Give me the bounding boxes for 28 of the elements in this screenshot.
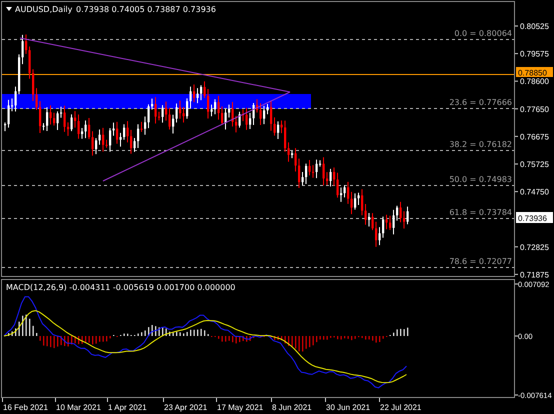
fib-level-label: 38.2 = 0.76182 bbox=[449, 140, 512, 149]
price-label: 0.79575 bbox=[520, 50, 549, 59]
line-price-badge: 0.78850 bbox=[516, 67, 553, 78]
price-label: 0.80525 bbox=[520, 22, 549, 31]
date-label: 8 Jun 2021 bbox=[272, 403, 312, 412]
price-label: 0.76675 bbox=[520, 132, 549, 142]
price-label: 0.71875 bbox=[520, 270, 549, 280]
price-label: 0.77650 bbox=[520, 104, 549, 114]
fib-level-label: 0.0 = 0.80064 bbox=[454, 29, 512, 38]
date-label: 17 May 2021 bbox=[217, 403, 264, 412]
price-label: 0.72825 bbox=[520, 242, 549, 252]
fib-level-label: 50.0 = 0.74983 bbox=[449, 175, 512, 184]
price-label: 0.75725 bbox=[520, 160, 549, 169]
macd-title: MACD(12,26,9) -0.004311 -0.005619 0.001700 0.000000 bbox=[6, 283, 236, 292]
fib-level-label: 78.6 = 0.72077 bbox=[449, 257, 512, 266]
date-label: 10 Mar 2021 bbox=[56, 403, 101, 412]
date-label: 1 Apr 2021 bbox=[108, 403, 147, 412]
price-label: 0.74750 bbox=[520, 188, 549, 197]
date-label: 22 Jul 2021 bbox=[380, 403, 422, 412]
date-label: 30 Jun 2021 bbox=[326, 403, 370, 412]
chart-title: AUDUSD,Daily bbox=[15, 5, 72, 14]
date-label: 23 Apr 2021 bbox=[164, 403, 208, 412]
current-price-badge: 0.73936 bbox=[516, 212, 553, 223]
price-label: 0.78600 bbox=[520, 77, 549, 86]
ohlc-values: 0.73938 0.74005 0.73887 0.73936 bbox=[76, 5, 216, 14]
date-label: 16 Feb 2021 bbox=[3, 403, 48, 412]
fib-level-label: 23.6 = 0.77666 bbox=[449, 98, 512, 107]
fib-level-label: 61.8 = 0.73784 bbox=[449, 208, 512, 217]
